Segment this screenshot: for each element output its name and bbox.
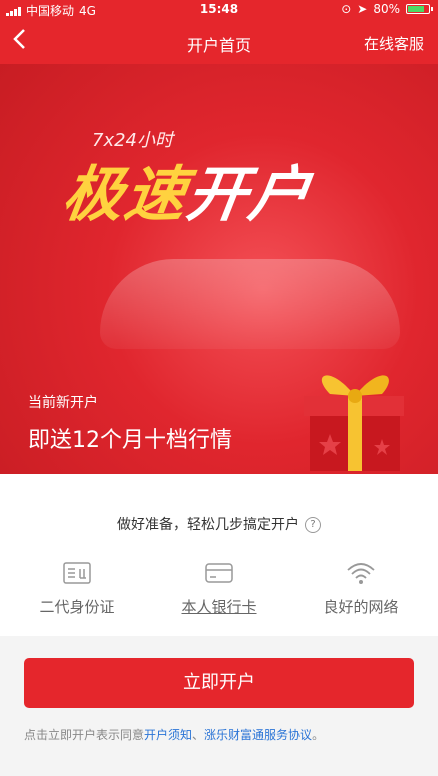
gift-box-icon — [304, 375, 404, 471]
help-icon[interactable]: ? — [305, 517, 321, 533]
requirement-bank-card: 本人银行卡 — [146, 558, 292, 617]
battery-icon — [406, 4, 433, 14]
open-account-button[interactable]: 立即开户 — [24, 658, 414, 708]
preparation-card: 做好准备，轻松几步搞定开户? 二代身份证 本人银行卡 良好的网络 — [0, 474, 438, 636]
service-agreement-link[interactable]: 涨乐财富通服务协议 — [204, 728, 312, 742]
headline-part2: 开户 — [182, 160, 317, 230]
online-service-button[interactable]: 在线客服 — [364, 33, 424, 54]
status-right: ⊙ ➤ 80% — [341, 2, 433, 16]
requirement-label: 良好的网络 — [323, 598, 399, 616]
agreement-prefix: 点击立即开户表示同意 — [24, 728, 145, 742]
requirement-label: 二代身份证 — [39, 598, 115, 616]
train-image — [100, 259, 400, 349]
requirement-label[interactable]: 本人银行卡 — [181, 598, 256, 616]
promo-banner: 7x24小时 极速开户 当前新开户 即送12个月十档行情 — [0, 64, 438, 474]
rotation-lock-icon: ⊙ — [341, 2, 352, 16]
location-icon: ➤ — [357, 2, 368, 16]
nav-bar: 开户首页 在线客服 — [0, 20, 438, 64]
preparation-text-row: 做好准备，轻松几步搞定开户? — [0, 514, 438, 534]
bank-card-icon — [205, 563, 233, 583]
wifi-icon — [347, 563, 375, 584]
account-notice-link[interactable]: 开户须知 — [144, 728, 192, 742]
agreement-text: 点击立即开户表示同意开户须知、涨乐财富通服务协议。 — [24, 726, 324, 743]
requirement-id-card: 二代身份证 — [4, 558, 150, 617]
preparation-text: 做好准备，轻松几步搞定开户 — [117, 517, 299, 533]
banner-headline: 极速开户 — [58, 146, 318, 233]
agreement-separator: 、 — [192, 728, 205, 742]
banner-offer: 即送12个月十档行情 — [28, 428, 232, 453]
requirement-network: 良好的网络 — [288, 558, 434, 617]
headline-part1: 极速 — [58, 160, 193, 230]
id-card-icon — [63, 562, 91, 584]
agreement-suffix: 。 — [312, 728, 325, 742]
status-bar: 中国移动 4G 15:48 ⊙ ➤ 80% — [0, 0, 438, 20]
banner-current-label: 当前新开户 — [28, 395, 98, 411]
battery-percent: 80% — [373, 2, 400, 16]
